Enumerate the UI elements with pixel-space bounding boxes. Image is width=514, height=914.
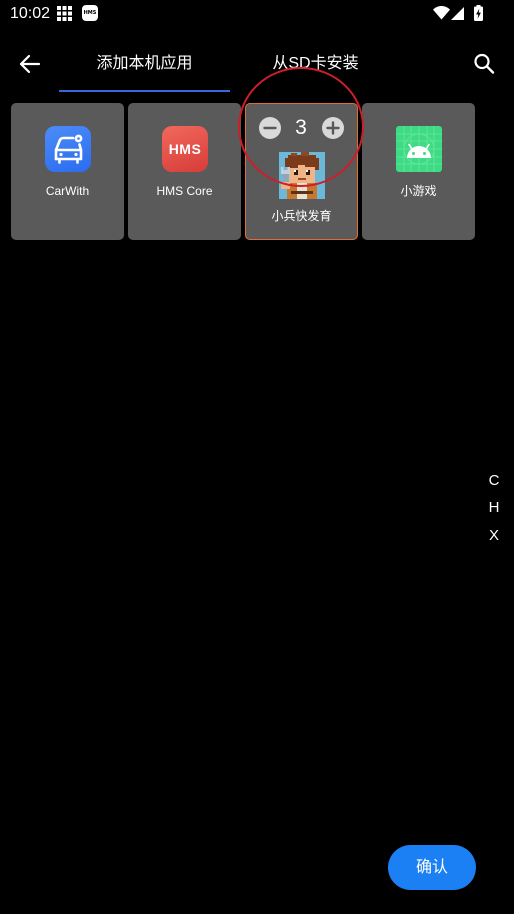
signal-icon (451, 7, 464, 20)
confirm-button[interactable]: 确认 (388, 845, 476, 890)
app-name: 小兵快发育 (271, 209, 332, 223)
tab-install-from-sd[interactable]: 从SD卡安装 (230, 48, 401, 80)
tab-indicator (59, 90, 230, 92)
search-icon (474, 53, 495, 74)
decrement-button[interactable] (259, 117, 281, 139)
app-card-mini-games[interactable]: 小游戏 (362, 103, 475, 240)
plus-circle-icon (322, 117, 344, 139)
arrow-left-icon (19, 54, 41, 74)
minus-circle-icon (259, 117, 281, 139)
tab-add-local-apps[interactable]: 添加本机应用 (59, 48, 230, 80)
status-time: 10:02 (10, 5, 51, 22)
app-name: CarWith (45, 184, 90, 198)
app-card-carwith[interactable]: CarWith (11, 103, 124, 240)
app-card-xiaobing[interactable]: 3 小兵快发育 (245, 103, 358, 240)
hms-icon: HMS (82, 5, 98, 21)
app-name: HMS Core (156, 184, 213, 198)
app-name: 小游戏 (400, 184, 437, 198)
index-letter-x[interactable]: X (485, 527, 503, 545)
grid-icon (57, 6, 72, 21)
pixel-boy-game-icon (279, 152, 325, 199)
carwith-icon (45, 126, 91, 172)
index-letter-h[interactable]: H (485, 499, 503, 517)
index-letter-c[interactable]: C (485, 472, 503, 490)
quantity-value: 3 (295, 116, 307, 139)
search-button[interactable] (472, 52, 496, 76)
back-button[interactable] (14, 50, 46, 78)
battery-charging-icon (474, 5, 483, 21)
android-icon (396, 126, 442, 172)
hms-core-icon: HMS (162, 126, 208, 172)
wifi-icon (433, 6, 450, 20)
app-card-hms-core[interactable]: HMS HMS Core (128, 103, 241, 240)
increment-button[interactable] (322, 117, 344, 139)
